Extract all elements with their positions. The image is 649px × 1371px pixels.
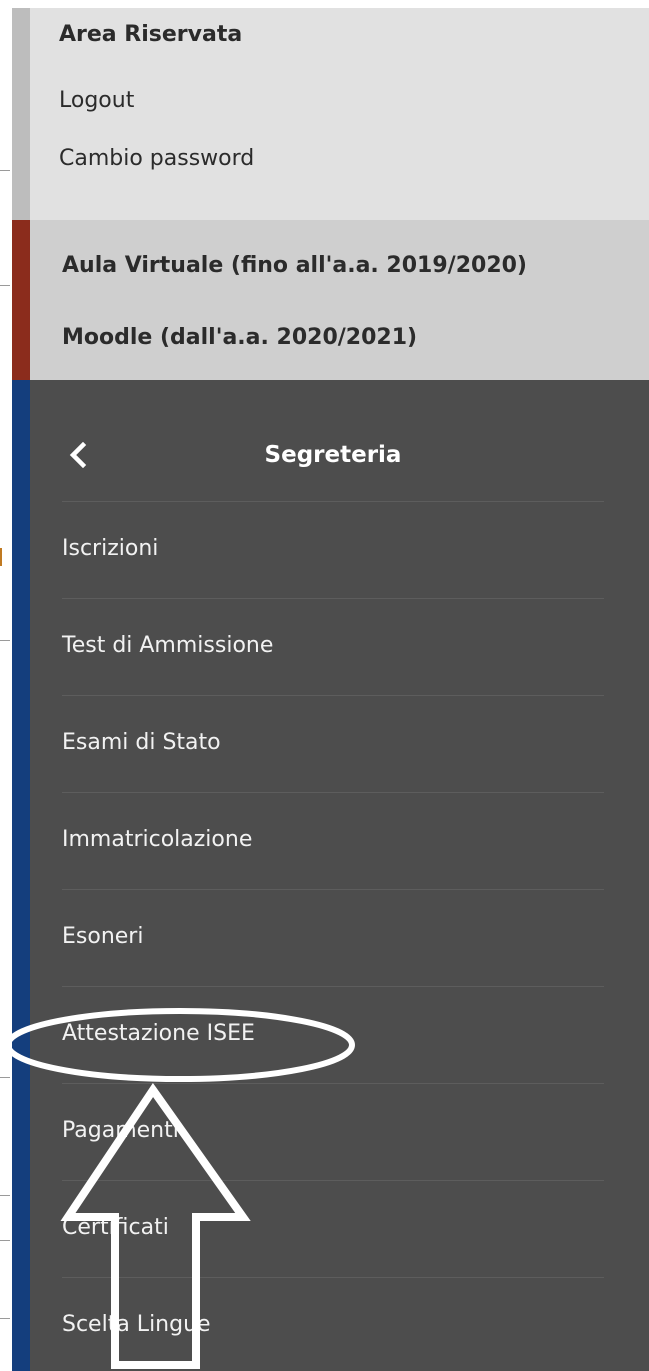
menu-item-test-di-ammissione[interactable]: Test di Ammissione bbox=[62, 599, 604, 696]
menu-item-esoneri[interactable]: Esoneri bbox=[62, 890, 604, 987]
menu-item-attestazione-isee[interactable]: Attestazione ISEE bbox=[62, 987, 604, 1084]
reserved-area-title: Area Riservata bbox=[59, 22, 243, 47]
menu-item-iscrizioni[interactable]: Iscrizioni bbox=[62, 502, 604, 599]
menu-item-label: Iscrizioni bbox=[62, 536, 159, 561]
menu-item-label: Certificati bbox=[62, 1215, 169, 1240]
screenshot-page: Area Riservata Logout Cambio password Au… bbox=[0, 0, 649, 1371]
menu-item-label: Attestazione ISEE bbox=[62, 1021, 255, 1046]
menu-item-scelta-lingue[interactable]: Scelta Lingue bbox=[62, 1278, 604, 1371]
logout-link[interactable]: Logout bbox=[59, 88, 134, 113]
menu-item-esami-di-stato[interactable]: Esami di Stato bbox=[62, 696, 604, 793]
menu-item-pagamenti[interactable]: Pagamenti bbox=[62, 1084, 604, 1181]
aula-virtuale-link[interactable]: Aula Virtuale (fino all'a.a. 2019/2020) bbox=[62, 253, 527, 278]
menu-item-label: Immatricolazione bbox=[62, 827, 253, 852]
reserved-area-section: Area Riservata Logout Cambio password bbox=[12, 8, 649, 220]
menu-item-label: Pagamenti bbox=[62, 1118, 179, 1143]
menu-item-certificati[interactable]: Certificati bbox=[62, 1181, 604, 1278]
moodle-link[interactable]: Moodle (dall'a.a. 2020/2021) bbox=[62, 325, 417, 350]
menu-item-immatricolazione[interactable]: Immatricolazione bbox=[62, 793, 604, 890]
side-menu: Area Riservata Logout Cambio password Au… bbox=[12, 8, 649, 1371]
change-password-link[interactable]: Cambio password bbox=[59, 146, 254, 171]
background-page-edge bbox=[0, 0, 12, 1371]
learning-platform-section: Aula Virtuale (fino all'a.a. 2019/2020) … bbox=[12, 220, 649, 380]
menu-item-label: Esoneri bbox=[62, 924, 144, 949]
segreteria-title: Segreteria bbox=[264, 442, 402, 468]
segreteria-header: Segreteria bbox=[62, 380, 604, 502]
menu-item-label: Scelta Lingue bbox=[62, 1312, 211, 1337]
segreteria-submenu: Segreteria Iscrizioni Test di Ammissione… bbox=[12, 380, 649, 1371]
menu-item-label: Esami di Stato bbox=[62, 730, 221, 755]
menu-item-label: Test di Ammissione bbox=[62, 633, 274, 658]
